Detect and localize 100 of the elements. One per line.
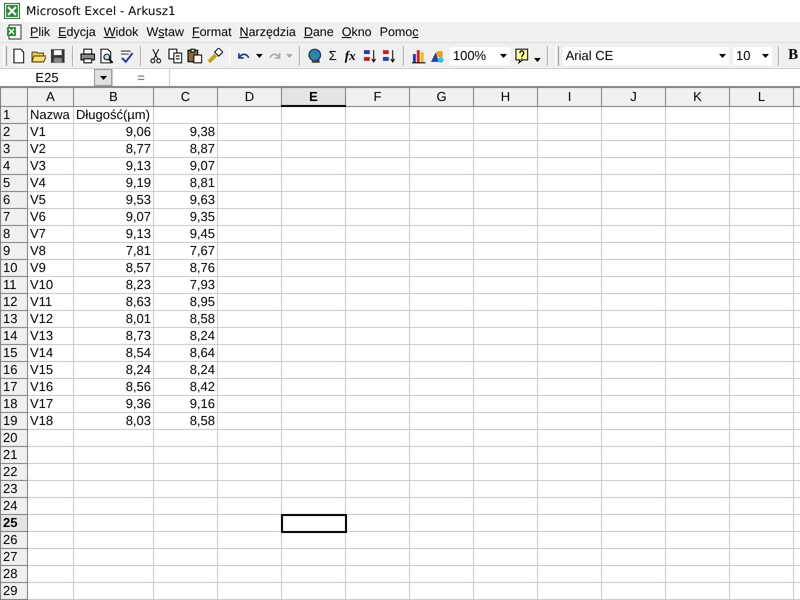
menu-item[interactable]: Widok: [100, 24, 142, 40]
row-header[interactable]: 7: [0, 208, 28, 226]
table-cell: 8,76: [154, 260, 218, 276]
printer-icon[interactable]: [80, 48, 96, 64]
table-cell: V6: [28, 208, 74, 226]
row-header[interactable]: 27: [0, 548, 28, 566]
dropdown-arrow-icon[interactable]: [500, 54, 508, 58]
column-header[interactable]: J: [602, 88, 666, 106]
font-size-combo[interactable]: 10: [733, 46, 772, 64]
menu-item[interactable]: Wstaw: [142, 24, 188, 40]
menu-item[interactable]: Edycja: [54, 24, 100, 40]
sort-descending-icon[interactable]: [381, 48, 397, 64]
new-document-icon[interactable]: [10, 48, 26, 64]
column-header[interactable]: L: [730, 88, 794, 106]
row-header[interactable]: 3: [0, 140, 28, 158]
table-cell: 8,23: [74, 276, 154, 294]
row-header[interactable]: 2: [0, 124, 28, 140]
print-preview-icon[interactable]: [99, 48, 115, 64]
row-header[interactable]: 13: [0, 310, 28, 328]
row-header[interactable]: 24: [0, 498, 28, 514]
table-cell: 8,24: [74, 362, 154, 378]
column-header[interactable]: G: [410, 88, 474, 106]
table-cell: V11: [28, 294, 74, 310]
table-cell: Nazwa: [28, 106, 74, 124]
paste-icon[interactable]: [187, 48, 203, 64]
menu-item[interactable]: Dane: [300, 24, 338, 40]
zoom-combo[interactable]: 100%: [450, 46, 510, 64]
row-header[interactable]: 17: [0, 378, 28, 396]
row-header[interactable]: 22: [0, 464, 28, 480]
dropdown-arrow-icon[interactable]: [719, 54, 726, 58]
dropdown-arrow-icon[interactable]: [256, 54, 263, 58]
spell-check-icon[interactable]: [118, 48, 134, 64]
table-cell: 8,57: [74, 260, 154, 276]
table-cell: 8,56: [74, 378, 154, 396]
function-button[interactable]: fx: [342, 48, 358, 64]
column-header[interactable]: H: [474, 88, 538, 106]
dropdown-arrow-icon[interactable]: [534, 58, 541, 62]
row-header[interactable]: 5: [0, 174, 28, 192]
table-cell: V12: [28, 310, 74, 328]
row-header[interactable]: 1: [0, 106, 28, 124]
sort-ascending-icon[interactable]: [362, 48, 378, 64]
row-header[interactable]: 21: [0, 446, 28, 464]
font-combo[interactable]: Arial CE: [562, 46, 730, 64]
column-header[interactable]: D: [218, 88, 282, 106]
column-header[interactable]: C: [154, 88, 218, 106]
table-cell: 9,63: [154, 192, 218, 208]
row-header[interactable]: 11: [0, 276, 28, 294]
row-header[interactable]: 20: [0, 430, 28, 446]
workbook-icon[interactable]: [6, 24, 22, 40]
row-header[interactable]: 26: [0, 532, 28, 548]
row-header[interactable]: 4: [0, 158, 28, 174]
menu-item[interactable]: Narzędzia: [236, 24, 300, 40]
select-all-corner[interactable]: [0, 88, 28, 106]
row-header[interactable]: 19: [0, 412, 28, 430]
row-header[interactable]: 16: [0, 362, 28, 378]
row-header[interactable]: 29: [0, 582, 28, 600]
row-header[interactable]: 25: [0, 514, 28, 532]
table-cell: 8,64: [154, 344, 218, 362]
row-header[interactable]: 10: [0, 260, 28, 276]
column-header[interactable]: A: [28, 88, 74, 106]
column-header[interactable]: E: [282, 88, 346, 106]
row-header[interactable]: 8: [0, 226, 28, 242]
column-header[interactable]: K: [666, 88, 730, 106]
name-box[interactable]: E25: [0, 69, 113, 86]
table-cell: 8,95: [154, 294, 218, 310]
table-cell: 8,81: [154, 174, 218, 192]
save-icon[interactable]: [50, 48, 66, 64]
row-header[interactable]: 12: [0, 294, 28, 310]
table-cell: 7,81: [74, 242, 154, 260]
column-header[interactable]: B: [74, 88, 154, 106]
table-cell: V17: [28, 396, 74, 412]
table-cell: V2: [28, 140, 74, 158]
table-cell: V1: [28, 124, 74, 140]
bold-button[interactable]: B: [786, 47, 800, 64]
globe-icon[interactable]: [307, 48, 323, 64]
menu-item[interactable]: Okno: [338, 24, 376, 40]
row-header[interactable]: 28: [0, 566, 28, 582]
autosum-button[interactable]: Σ: [326, 48, 339, 63]
format-painter-icon[interactable]: [206, 48, 222, 64]
row-header[interactable]: 18: [0, 396, 28, 412]
copy-icon[interactable]: [168, 48, 184, 64]
table-cell: 7,93: [154, 276, 218, 294]
dropdown-arrow-icon[interactable]: [762, 54, 770, 58]
menu-item[interactable]: Format: [188, 24, 236, 40]
help-icon[interactable]: [514, 48, 530, 64]
row-header[interactable]: 6: [0, 192, 28, 208]
row-header[interactable]: 23: [0, 480, 28, 498]
table-cell: V4: [28, 174, 74, 192]
bar-chart-icon[interactable]: [410, 48, 426, 64]
menu-item[interactable]: Plik: [26, 24, 54, 40]
row-header[interactable]: 9: [0, 242, 28, 260]
table-cell: 8,01: [74, 310, 154, 328]
dropdown-arrow-icon[interactable]: [100, 76, 106, 80]
column-header[interactable]: I: [538, 88, 602, 106]
menu-item[interactable]: Pomoc: [376, 24, 423, 40]
row-header[interactable]: 14: [0, 328, 28, 344]
scissors-icon[interactable]: [148, 48, 164, 64]
column-header[interactable]: F: [346, 88, 410, 106]
equals-sign[interactable]: =: [113, 69, 170, 86]
row-header[interactable]: 15: [0, 344, 28, 362]
